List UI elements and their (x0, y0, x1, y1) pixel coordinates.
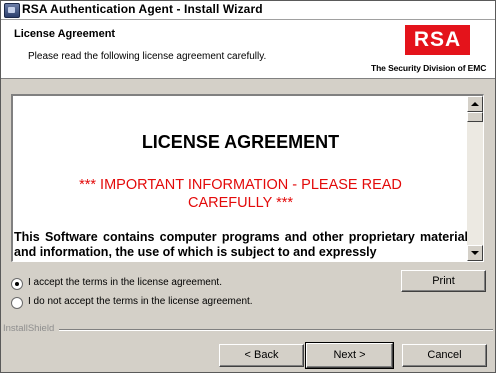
page-subtitle: Please read the following license agreem… (28, 51, 267, 62)
decline-terms-option[interactable]: I do not accept the terms in the license… (11, 295, 311, 311)
scroll-down-button[interactable] (467, 245, 483, 261)
page-title: License Agreement (14, 28, 116, 40)
license-content: LICENSE AGREEMENT *** IMPORTANT INFORMAT… (13, 96, 468, 261)
title-bar: RSA Authentication Agent - Install Wizar… (1, 1, 495, 20)
decline-radio-button[interactable] (11, 297, 23, 309)
scrollbar-thumb[interactable] (467, 112, 483, 122)
window-title: RSA Authentication Agent - Install Wizar… (22, 2, 263, 16)
scroll-up-arrow-icon (471, 102, 479, 106)
license-text-area[interactable]: LICENSE AGREEMENT *** IMPORTANT INFORMAT… (11, 94, 484, 262)
installer-app-icon (4, 3, 20, 18)
accept-terms-label[interactable]: I accept the terms in the license agreem… (28, 277, 222, 288)
installshield-brand: InstallShield (3, 323, 58, 334)
scroll-up-button[interactable] (467, 96, 483, 112)
wizard-header: License Agreement Please read the follow… (1, 20, 495, 79)
license-important-notice: *** IMPORTANT INFORMATION - PLEASE READ … (79, 177, 402, 211)
next-button[interactable]: Next > (305, 342, 394, 369)
back-button[interactable]: < Back (219, 344, 304, 367)
license-body-text: This Software contains computer programs… (14, 230, 468, 259)
license-heading: LICENSE AGREEMENT (141, 132, 340, 152)
license-scrollbar[interactable] (467, 96, 483, 261)
install-wizard-window: RSA Authentication Agent - Install Wizar… (0, 0, 496, 373)
footer-separator (59, 329, 493, 331)
radio-selected-dot (15, 282, 19, 286)
logo-tagline: The Security Division of EMC (371, 63, 487, 73)
accept-radio-button[interactable] (11, 278, 23, 290)
accept-terms-option[interactable]: I accept the terms in the license agreem… (11, 276, 311, 292)
print-button[interactable]: Print (401, 270, 486, 292)
rsa-logo: RSA (405, 25, 470, 55)
scroll-down-arrow-icon (471, 251, 479, 255)
cancel-button[interactable]: Cancel (402, 344, 487, 367)
decline-terms-label[interactable]: I do not accept the terms in the license… (28, 296, 253, 307)
